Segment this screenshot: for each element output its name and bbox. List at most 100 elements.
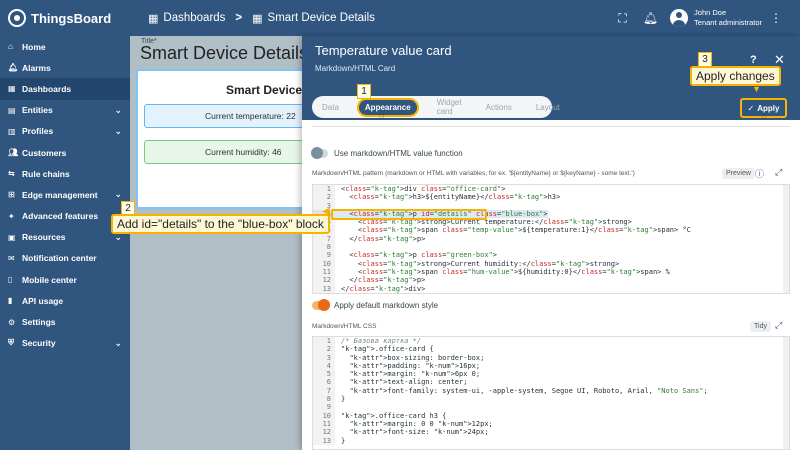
step-3-callout: Apply changes [690, 66, 781, 86]
app-logo[interactable]: ThingsBoard [0, 9, 130, 27]
tab-widget-card[interactable]: Widget card [431, 95, 468, 119]
home-icon: ⌂ [8, 42, 13, 52]
line-number: 10 [313, 259, 335, 268]
code-line[interactable]: 6 <class="k-tag">span class="temp-value"… [313, 226, 789, 235]
humidity-box: Current humidity: 46 [144, 140, 302, 164]
sidebar: ⌂ Home 🔔︎ Alarms ▦ Dashboards ▤ Entities ⌄ ▥ Profi… [0, 36, 130, 450]
sidebar-item-notification-center[interactable]: ✉ Notification center [0, 248, 130, 269]
step-2-callout: Add id="details" to the "blue-box" block [111, 214, 330, 234]
widget-card[interactable]: Smart Device Current temperature: 22 Cur… [136, 69, 302, 209]
code-line[interactable]: 4 "k-attr">padding: "k-num">16px; [313, 361, 789, 371]
code-line[interactable]: 5 "k-attr">margin: "k-num">6px 0; [313, 370, 789, 379]
gear-icon: ⚙ [8, 317, 16, 327]
code-line[interactable]: 7 </class="k-tag">p> [313, 234, 789, 244]
line-number: 1 [313, 185, 335, 194]
value-function-label: Use markdown/HTML value function [334, 149, 463, 158]
code-text: "k-attr">font-family: system-ui, -apple-… [349, 386, 708, 395]
line-number: 9 [313, 403, 335, 412]
sidebar-item-profiles[interactable]: ▥ Profiles ⌄ [0, 121, 130, 142]
expand-icon[interactable]: ⤢ [775, 167, 782, 178]
help-icon[interactable]: ? [750, 54, 757, 66]
breadcrumb-separator-icon: > [235, 12, 243, 24]
sidebar-item-customers[interactable]: 👥︎ Customers [0, 142, 130, 163]
value-function-toggle[interactable] [311, 147, 328, 159]
code-line[interactable]: 11 "k-attr">margin: 0 0 "k-num">12px; [313, 419, 789, 429]
step-1-badge: 1 [357, 84, 371, 99]
code-line[interactable]: 1 /* Базова картка */ [313, 337, 789, 346]
dashboard-title-input[interactable]: Smart Device Details [140, 43, 302, 64]
user-menu[interactable]: John Doe Tenant administrator [670, 8, 762, 28]
tab-appearance[interactable]: Appearance [356, 97, 419, 117]
customers-icon: 👥︎ [8, 148, 19, 158]
panel-subtitle: Markdown/HTML Card [315, 64, 396, 73]
sidebar-item-security[interactable]: ⛨ Security ⌄ [0, 333, 130, 354]
html-editor[interactable]: 1 <class="k-tag">div class="office-card">… [312, 184, 790, 294]
default-style-toggle-row[interactable]: Apply default markdown style [312, 299, 438, 311]
code-line[interactable]: 9 <class="k-tag">p class="green-box"> [313, 251, 789, 260]
css-editor[interactable]: 1 /* Базова картка */ 2 "k-tag">.office-car… [312, 336, 790, 450]
sidebar-item-edge-management[interactable]: ⊞ Edge management ⌄ [0, 184, 130, 205]
tab-data[interactable]: Data [316, 100, 345, 115]
tab-layout[interactable]: Layout [530, 100, 566, 115]
sidebar-item-api-usage[interactable]: ▮ API usage [0, 290, 130, 311]
tab-actions[interactable]: Actions [480, 100, 518, 115]
code-text: <class="k-tag">div class="office-card"> [341, 185, 506, 193]
default-style-toggle[interactable] [312, 299, 330, 311]
breadcrumb-dashboards[interactable]: Dashboards [163, 12, 225, 24]
sidebar-item-label: Settings [22, 317, 56, 328]
tidy-button[interactable]: Tidy [750, 321, 771, 332]
code-text: "k-attr">text-align: center; [349, 378, 468, 387]
expand-icon[interactable]: ⤢ [775, 320, 782, 331]
code-line[interactable]: 8 [313, 243, 789, 252]
user-role: Tenant administrator [694, 18, 762, 27]
code-line[interactable]: 13} [313, 436, 789, 445]
code-line[interactable]: 9 [313, 403, 789, 412]
value-function-toggle-row[interactable]: Use markdown/HTML value function [311, 147, 463, 159]
line-number: 2 [313, 193, 335, 202]
dashboard-icon: ▦ [8, 84, 16, 94]
css-label: Markdown/HTML CSS [312, 323, 377, 330]
code-line[interactable]: 8} [313, 395, 789, 404]
fullscreen-icon[interactable]: ⛶ [618, 11, 626, 26]
code-line[interactable]: 3 "k-attr">box-sizing: border-box; [313, 353, 789, 362]
code-highlight-box [331, 209, 487, 220]
line-number: 13 [313, 436, 335, 445]
code-text: "k-attr">box-sizing: border-box; [349, 353, 485, 362]
code-line[interactable]: 10 "k-tag">.office-card h3 { [313, 411, 789, 420]
code-text: } [341, 436, 346, 445]
sidebar-item-label: Entities [22, 105, 53, 116]
preview-label: Preview [642, 103, 674, 113]
widget-card-title: Smart Device [226, 83, 302, 97]
decline-button[interactable]: ✕ Decline [686, 98, 725, 118]
code-text: "k-tag">.office-card { [341, 345, 434, 354]
decline-label: Decline [696, 103, 726, 113]
code-line[interactable]: 7 "k-attr">font-family: system-ui, -appl… [313, 386, 789, 396]
sidebar-item-entities[interactable]: ▤ Entities ⌄ [0, 100, 130, 121]
code-line[interactable]: 10 <class="k-tag">strong>Current humidit… [313, 259, 789, 268]
code-line[interactable]: 1 <class="k-tag">div class="office-card"> [313, 185, 789, 194]
sidebar-item-alarms[interactable]: 🔔︎ Alarms [0, 57, 130, 78]
code-line[interactable]: 2 "k-tag">.office-card { [313, 345, 789, 354]
code-line[interactable]: 13 </class="k-tag">div> [313, 284, 789, 293]
preview-button[interactable]: ◉ Preview [632, 98, 673, 118]
sidebar-item-rule-chains[interactable]: ⇆ Rule chains [0, 163, 130, 184]
more-vert-icon[interactable]: ⋮ [770, 11, 782, 25]
mobile-icon: ▯ [8, 275, 13, 285]
sidebar-item-dashboards[interactable]: ▦ Dashboards [0, 78, 130, 100]
sidebar-item-mobile-center[interactable]: ▯ Mobile center [0, 269, 130, 290]
code-line[interactable]: 6 "k-attr">text-align: center; [313, 378, 789, 387]
edge-icon: ⊞ [8, 190, 15, 200]
code-line[interactable]: 12 </class="k-tag">p> [313, 276, 789, 285]
help-circle-icon[interactable]: ⓘ [755, 167, 764, 180]
code-text: <class="k-tag">span class="hum-value">${… [341, 267, 670, 276]
code-line[interactable]: 11 <class="k-tag">span class="hum-value"… [313, 267, 789, 277]
api-icon: ▮ [8, 296, 13, 306]
notifications-bell-icon[interactable]: 🔔︎ [643, 11, 658, 25]
sidebar-item-settings[interactable]: ⚙ Settings [0, 311, 130, 332]
panel-title: Temperature value card [315, 43, 452, 58]
pattern-preview-button[interactable]: Preview [722, 168, 755, 179]
code-line[interactable]: 2 <class="k-tag">h3>${entityName}</class… [313, 193, 789, 202]
code-line[interactable]: 12 "k-attr">font-size: "k-num">24px; [313, 428, 789, 437]
sidebar-item-home[interactable]: ⌂ Home [0, 36, 130, 57]
